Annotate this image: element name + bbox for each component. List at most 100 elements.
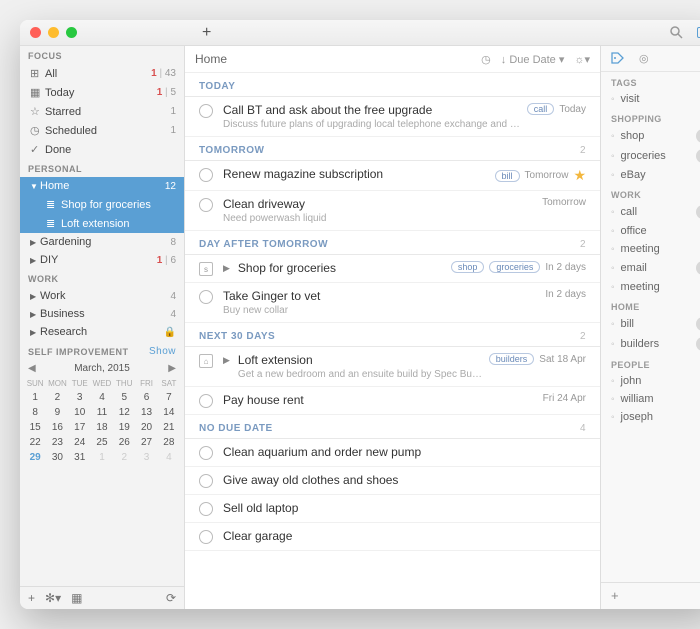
calendar-day[interactable]: 16 <box>46 420 68 435</box>
calendar-day[interactable]: 8 <box>24 405 46 420</box>
task-row[interactable]: Call BT and ask about the free upgradeDi… <box>185 97 600 137</box>
tag-item-office[interactable]: ◦office <box>601 222 700 240</box>
sidebar-item-all[interactable]: ⊞All1 | 43 <box>20 64 184 83</box>
sidebar-item-work[interactable]: ▶Work4 <box>20 287 184 305</box>
calendar-day[interactable]: 18 <box>91 420 113 435</box>
tag-item-call[interactable]: ◦call2 <box>601 202 700 222</box>
sidebar-item-research[interactable]: ▶Research🔒 <box>20 323 184 341</box>
search-icon[interactable] <box>670 26 683 39</box>
calendar-day[interactable]: 3 <box>135 450 157 465</box>
calendar-day[interactable]: 3 <box>69 390 91 405</box>
task-tag[interactable]: call <box>527 103 555 115</box>
calendar-day[interactable]: 4 <box>158 450 180 465</box>
task-row[interactable]: ⌂▶Loft extensionGet a new bedroom and an… <box>185 347 600 387</box>
minimize-button[interactable] <box>48 27 59 38</box>
tag-item-builders[interactable]: ◦builders1 <box>601 334 700 354</box>
tag-item-joseph[interactable]: ◦joseph <box>601 408 700 426</box>
task-checkbox[interactable] <box>199 290 213 304</box>
calendar-day[interactable]: 19 <box>113 420 135 435</box>
task-checkbox[interactable] <box>199 446 213 460</box>
show-link[interactable]: Show <box>149 346 176 357</box>
tag-item-william[interactable]: ◦william <box>601 390 700 408</box>
task-row[interactable]: Pay house rentFri 24 Apr <box>185 387 600 415</box>
calendar-day[interactable]: 23 <box>46 435 68 450</box>
task-tag[interactable]: shop <box>451 261 485 273</box>
tag-item-john[interactable]: ◦john <box>601 372 700 390</box>
calendar-day[interactable]: 13 <box>135 405 157 420</box>
clock-icon[interactable]: ◷ <box>481 53 491 66</box>
calendar-day[interactable]: 14 <box>158 405 180 420</box>
sidebar-subitem[interactable]: ≣Shop for groceries <box>20 195 184 214</box>
tag-item-email[interactable]: ◦email1 <box>601 258 700 278</box>
calendar-day[interactable]: 9 <box>46 405 68 420</box>
calendar-day[interactable]: 24 <box>69 435 91 450</box>
calendar-day[interactable]: 2 <box>113 450 135 465</box>
gear-icon[interactable]: ✻▾ <box>45 591 61 605</box>
sidebar-item-starred[interactable]: ☆Starred1 <box>20 102 184 121</box>
add-list-button[interactable]: + <box>28 591 35 605</box>
calendar-day[interactable]: 26 <box>113 435 135 450</box>
tag-item-meeting[interactable]: ◦meeting <box>601 278 700 296</box>
sidebar-item-diy[interactable]: ▶DIY1 | 6 <box>20 251 184 269</box>
task-row[interactable]: Renew magazine subscriptionbillTomorrow★ <box>185 161 600 191</box>
calendar-day[interactable]: 7 <box>158 390 180 405</box>
calendar-day[interactable]: 21 <box>158 420 180 435</box>
calendar-day[interactable]: 1 <box>91 450 113 465</box>
calendar-day[interactable]: 29 <box>24 450 46 465</box>
task-list[interactable]: TODAYCall BT and ask about the free upgr… <box>185 73 600 609</box>
sidebar-item-scheduled[interactable]: ◷Scheduled1 <box>20 121 184 140</box>
sidebar-item-business[interactable]: ▶Business4 <box>20 305 184 323</box>
location-tab-icon[interactable]: ◎ <box>639 52 649 65</box>
sidebar-subitem[interactable]: ≣Loft extension <box>20 214 184 233</box>
tag-item-bill[interactable]: ◦bill1 <box>601 314 700 334</box>
task-row[interactable]: Give away old clothes and shoes <box>185 467 600 495</box>
tag-item-visit[interactable]: ◦visit <box>601 90 700 108</box>
sidebar-item-gardening[interactable]: ▶Gardening8 <box>20 233 184 251</box>
tags-tab-icon[interactable] <box>611 52 625 65</box>
task-checkbox[interactable] <box>199 168 213 182</box>
disclosure-triangle-icon[interactable]: ▶ <box>30 328 40 337</box>
task-row[interactable]: Sell old laptop <box>185 495 600 523</box>
tag-item-shop[interactable]: ◦shop1 <box>601 126 700 146</box>
task-checkbox[interactable] <box>199 104 213 118</box>
calendar-day[interactable]: 12 <box>113 405 135 420</box>
disclosure-triangle-icon[interactable]: ▶ <box>30 256 40 265</box>
task-tag[interactable]: bill <box>495 170 520 182</box>
disclosure-triangle-icon[interactable]: ▶ <box>30 310 40 319</box>
task-checkbox[interactable] <box>199 502 213 516</box>
disclosure-triangle-icon[interactable]: ▶ <box>30 292 40 301</box>
calendar-day[interactable]: 28 <box>158 435 180 450</box>
task-row[interactable]: Clear garage <box>185 523 600 551</box>
calendar-day[interactable]: 6 <box>135 390 157 405</box>
calendar-day[interactable]: 25 <box>91 435 113 450</box>
calendar-day[interactable]: 15 <box>24 420 46 435</box>
tag-item-groceries[interactable]: ◦groceries1 <box>601 146 700 166</box>
task-checkbox[interactable] <box>199 198 213 212</box>
calendar-day[interactable]: 22 <box>24 435 46 450</box>
tag-item-eBay[interactable]: ◦eBay <box>601 166 700 184</box>
task-row[interactable]: s▶Shop for groceriesshopgroceriesIn 2 da… <box>185 255 600 283</box>
add-button[interactable]: + <box>202 24 211 42</box>
cal-next-button[interactable]: ▶ <box>168 363 176 374</box>
calendar-day[interactable]: 20 <box>135 420 157 435</box>
calendar-day[interactable]: 17 <box>69 420 91 435</box>
star-icon[interactable]: ★ <box>573 167 586 184</box>
calendar-day[interactable]: 2 <box>46 390 68 405</box>
close-button[interactable] <box>30 27 41 38</box>
task-checkbox[interactable] <box>199 394 213 408</box>
tag-item-meeting[interactable]: ◦meeting <box>601 240 700 258</box>
task-tag[interactable]: builders <box>489 353 535 365</box>
task-row[interactable]: Take Ginger to vetBuy new collarIn 2 day… <box>185 283 600 323</box>
disclosure-triangle-icon[interactable]: ▼ <box>30 182 40 191</box>
task-checkbox[interactable] <box>199 530 213 544</box>
task-checkbox[interactable] <box>199 474 213 488</box>
cal-prev-button[interactable]: ◀ <box>28 363 36 374</box>
view-options-icon[interactable]: ☼▾ <box>574 53 590 66</box>
task-tag[interactable]: groceries <box>489 261 540 273</box>
calendar-day[interactable]: 31 <box>69 450 91 465</box>
calendar-day[interactable]: 10 <box>69 405 91 420</box>
calendar-day[interactable]: 11 <box>91 405 113 420</box>
task-row[interactable]: Clean aquarium and order new pump <box>185 439 600 467</box>
sidebar-item-home[interactable]: ▼Home12 <box>20 177 184 195</box>
calendar-day[interactable]: 27 <box>135 435 157 450</box>
